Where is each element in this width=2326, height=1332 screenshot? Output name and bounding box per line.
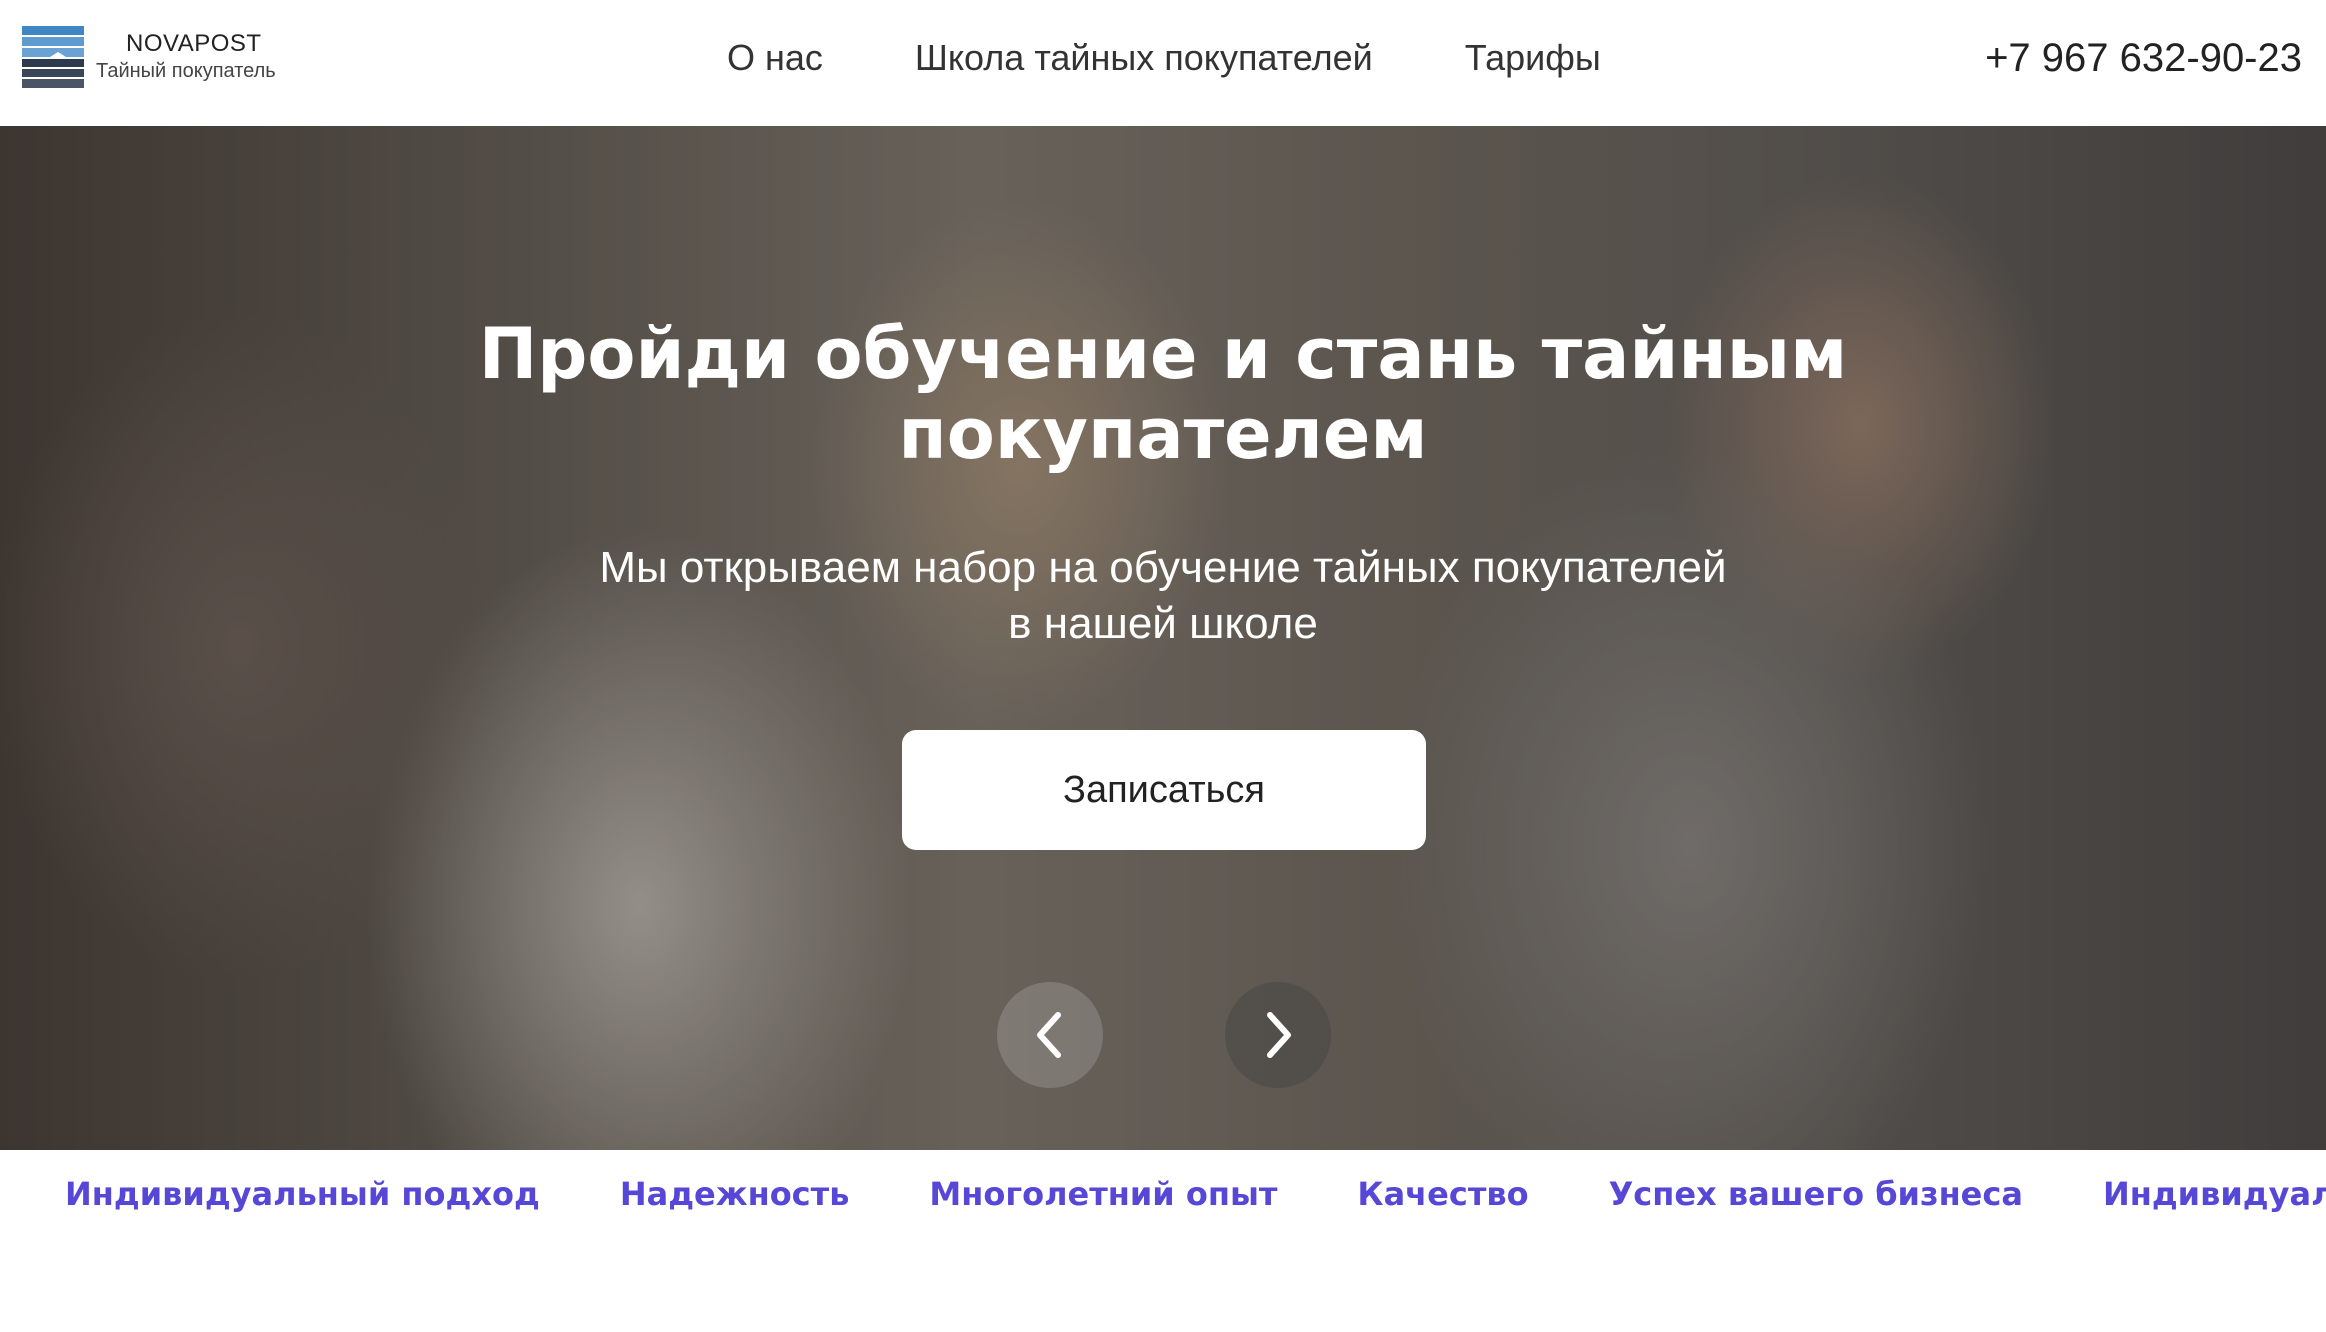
hero-subtitle-line: Мы открываем набор на обучение тайных по… — [599, 543, 1727, 592]
ticker-item: Качество — [1357, 1175, 1529, 1213]
phone-link[interactable]: +7 967 632-90-23 — [1985, 0, 2302, 116]
slider-prev-button[interactable] — [997, 982, 1103, 1088]
logo-link[interactable]: NOVAPOST Тайный покупатель — [22, 26, 276, 88]
hero-slider: Пройди обучение и стань тайным покупател… — [0, 126, 2326, 1150]
hero-title: Пройди обучение и стань тайным покупател… — [0, 314, 2326, 474]
hero-subtitle-line: в нашей школе — [1008, 599, 1318, 648]
ticker-item: Успех вашего бизнеса — [1608, 1175, 2023, 1213]
features-ticker: Индивидуальный подход Надежность Многоле… — [0, 1150, 2326, 1234]
ticker-item: Многолетний опыт — [929, 1175, 1278, 1213]
logo-icon — [22, 26, 84, 88]
signup-button[interactable]: Записаться — [902, 730, 1426, 850]
nav-item-about[interactable]: О нас — [727, 37, 823, 79]
ticker-item: Индивидуальный подход — [65, 1175, 540, 1213]
chevron-left-icon — [1037, 1012, 1061, 1058]
main-nav: О нас Школа тайных покупателей Тарифы — [727, 0, 1693, 116]
logo-tagline: Тайный покупатель — [96, 60, 276, 82]
nav-item-tariffs[interactable]: Тарифы — [1465, 37, 1601, 79]
ticker-item: Индивидуальный подход — [2102, 1175, 2326, 1213]
ticker-track: Индивидуальный подход Надежность Многоле… — [65, 1174, 2326, 1214]
chevron-right-icon — [1267, 1012, 1291, 1058]
hero-title-line: Пройди обучение и стань тайным — [478, 313, 1848, 395]
nav-item-school[interactable]: Школа тайных покупателей — [915, 37, 1373, 79]
logo-name: NOVAPOST — [126, 30, 262, 57]
hero-subtitle: Мы открываем набор на обучение тайных по… — [0, 540, 2326, 652]
site-header: NOVAPOST Тайный покупатель О нас Школа т… — [0, 0, 2326, 126]
ticker-item: Надежность — [619, 1175, 850, 1213]
slider-next-button[interactable] — [1225, 982, 1331, 1088]
hero-title-line: покупателем — [898, 393, 1428, 475]
